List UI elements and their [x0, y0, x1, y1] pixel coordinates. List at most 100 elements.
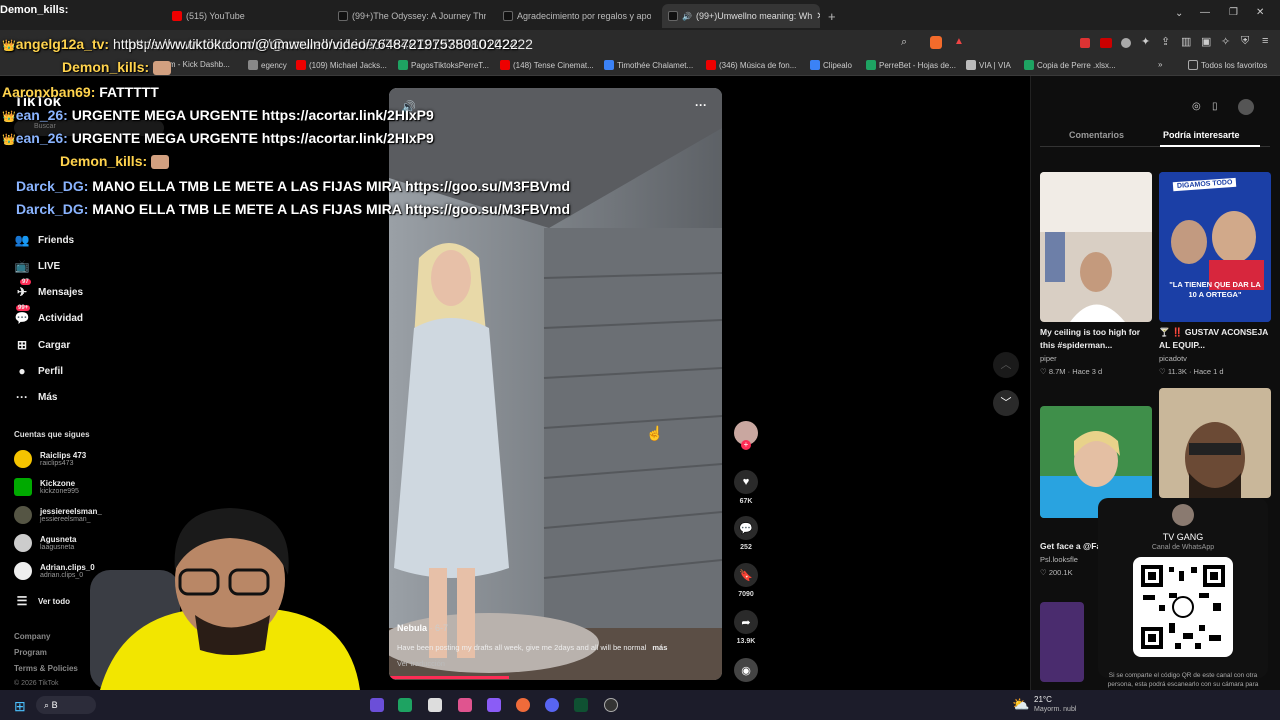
- tab-youtube[interactable]: (515) YouTube: [172, 6, 245, 26]
- tab-comments[interactable]: Comentarios: [1069, 130, 1124, 140]
- footer-link[interactable]: Program: [14, 648, 47, 657]
- taskbar-search[interactable]: ⌕ B: [36, 696, 96, 714]
- nav-more[interactable]: ··· Más: [14, 390, 57, 404]
- close-tab-icon[interactable]: ✕: [816, 11, 820, 22]
- recommended-card[interactable]: DIGAMOS TODO "LA TIENEN QUE DAR LA 10 A …: [1159, 172, 1271, 376]
- following-item[interactable]: Kickzone kickzone995: [14, 478, 79, 496]
- next-video-button[interactable]: ﹀: [993, 390, 1019, 416]
- comment-button[interactable]: 💬 252: [734, 516, 758, 551]
- extensions-icon[interactable]: ✦: [1141, 35, 1150, 48]
- nav-activity[interactable]: 💬 Actividad 99+: [14, 305, 83, 325]
- recommended-card-thumbnail[interactable]: [1040, 602, 1084, 682]
- video-player[interactable]: 🔊 ··· Nebula · 6-7 Have been posting my …: [389, 88, 722, 680]
- all-bookmarks[interactable]: Todos los favoritos: [1188, 60, 1267, 70]
- video-author[interactable]: Nebula: [397, 623, 427, 633]
- app-icon[interactable]: [487, 698, 501, 712]
- nav-live[interactable]: 📺 LIVE: [14, 259, 61, 273]
- crown-icon: 👑: [2, 40, 16, 52]
- app-icon[interactable]: [458, 698, 472, 712]
- more-options-icon[interactable]: ···: [695, 98, 707, 112]
- tab-list-icon[interactable]: ⌄: [1175, 8, 1183, 19]
- sound-disc[interactable]: ◉: [734, 658, 758, 682]
- youtube-icon: [172, 11, 182, 21]
- translate-link[interactable]: Ver traducción: [397, 659, 445, 668]
- speaker-icon: 🔊: [682, 11, 692, 21]
- nav-friends[interactable]: 👥 Friends: [14, 233, 75, 247]
- sidebar-icon[interactable]: ▥: [1181, 35, 1191, 48]
- compass-icon[interactable]: ◎: [1192, 101, 1201, 112]
- author-avatar[interactable]: +: [734, 421, 758, 450]
- windows-start-icon[interactable]: ⊞: [14, 698, 26, 715]
- card-thumbnail: DIGAMOS TODO "LA TIENEN QUE DAR LA 10 A …: [1159, 172, 1271, 322]
- save-button[interactable]: 🔖 7090: [734, 563, 758, 598]
- more-bookmarks-icon[interactable]: »: [1158, 60, 1162, 69]
- tab-umwellno[interactable]: 🔊(99+)Umwellno meaning: Wh✕: [662, 4, 820, 28]
- wallet-icon[interactable]: ▣: [1201, 35, 1211, 48]
- like-button[interactable]: ♥ 67K: [734, 470, 758, 505]
- tab-agradecimiento[interactable]: Agradecimiento por regalos y apoyo: [503, 6, 651, 26]
- zoom-icon[interactable]: ⌕: [901, 36, 907, 49]
- leo-icon[interactable]: ✧: [1221, 35, 1230, 48]
- app-icon[interactable]: [574, 698, 588, 712]
- app-icon[interactable]: [428, 698, 442, 712]
- close-window-icon[interactable]: ✕: [1256, 7, 1264, 18]
- tab-odyssey[interactable]: (99+)The Odyssey: A Journey Throug: [338, 6, 486, 26]
- bookmark-item[interactable]: PerreBet - Hojas de...: [866, 60, 956, 70]
- bookmark-item[interactable]: Copia de Perre .xlsx...: [1024, 60, 1116, 70]
- bookmark-item[interactable]: (109) Michael Jacks...: [296, 60, 387, 70]
- taskbar: ⊞ ⌕ B ⛅ 21°C Mayorm. nubl: [0, 690, 1280, 720]
- footer-link[interactable]: Company: [14, 632, 50, 641]
- extension-icon[interactable]: [1080, 38, 1090, 48]
- video-date: 6-7: [435, 623, 449, 633]
- weather-temp[interactable]: 21°C: [1034, 695, 1052, 704]
- bookmark-item[interactable]: Clipealo: [810, 60, 852, 70]
- vpn-icon[interactable]: ⛨: [1241, 35, 1249, 48]
- bookmark-icon: 🔖: [734, 563, 758, 587]
- new-tab-button[interactable]: +: [828, 6, 836, 26]
- follow-plus-icon[interactable]: +: [741, 440, 751, 450]
- bookmark-item[interactable]: (148) Tense Cinemat...: [500, 60, 594, 70]
- device-icon[interactable]: ▯: [1212, 101, 1218, 112]
- app-icon[interactable]: [604, 698, 618, 712]
- extension-icon[interactable]: [1121, 38, 1131, 48]
- app-icon[interactable]: [370, 698, 384, 712]
- browser-tab-bar: Demon_kills: (515) YouTube (99+)The Odys…: [0, 0, 1280, 30]
- share-button[interactable]: ➦ 13.9K: [734, 610, 758, 645]
- account-avatar[interactable]: [1238, 99, 1254, 115]
- prev-video-button[interactable]: ︿: [993, 352, 1019, 378]
- minimize-icon[interactable]: —: [1200, 7, 1210, 18]
- app-icon[interactable]: [398, 698, 412, 712]
- following-item[interactable]: Raiclips 473 raiclips473: [14, 450, 86, 468]
- nav-profile[interactable]: ● Perfil: [14, 364, 63, 378]
- tab-recommended[interactable]: Podría interesarte: [1163, 130, 1240, 140]
- extension-icon[interactable]: [1100, 38, 1112, 48]
- avatar: [14, 450, 32, 468]
- nav-messages[interactable]: ✈ Mensajes 97: [14, 279, 83, 299]
- bookmark-item[interactable]: VIA | VIA: [966, 60, 1011, 70]
- app-icon[interactable]: [516, 698, 530, 712]
- maximize-icon[interactable]: ❐: [1229, 7, 1238, 18]
- tab-partial[interactable]: Demon_kills:: [0, 0, 68, 20]
- more-link[interactable]: más: [652, 643, 667, 652]
- rewards-icon[interactable]: ▲: [954, 36, 964, 47]
- discord-icon[interactable]: [545, 698, 559, 712]
- nav-upload[interactable]: ⊞ Cargar: [14, 338, 70, 352]
- bookmark-item[interactable]: (346) Música de fon...: [706, 60, 796, 70]
- qr-code[interactable]: [1133, 557, 1233, 657]
- heart-icon: ♡: [1159, 367, 1166, 376]
- menu-icon[interactable]: ≡: [1262, 35, 1268, 47]
- emote-icon: [151, 155, 170, 170]
- bookmark-item[interactable]: PagosTiktoksPerreT...: [398, 60, 489, 70]
- brave-shield-icon[interactable]: [930, 36, 942, 49]
- qr-pattern: [1139, 563, 1227, 651]
- video-progress-bar[interactable]: [389, 676, 509, 679]
- bookmark-item[interactable]: egency: [248, 60, 287, 70]
- share-icon[interactable]: ⇪: [1161, 35, 1170, 48]
- docs-icon: [810, 60, 820, 70]
- card-author: picadotv: [1159, 354, 1187, 363]
- card-meta: ♡ 8.7M · Hace 3 d: [1040, 367, 1103, 376]
- following-title: Cuentas que sigues: [14, 430, 90, 439]
- recommended-card[interactable]: My ceiling is too high for this #spiderm…: [1040, 172, 1152, 376]
- bookmark-item[interactable]: Timothée Chalamet...: [604, 60, 693, 70]
- recommended-card-thumbnail[interactable]: [1159, 388, 1271, 498]
